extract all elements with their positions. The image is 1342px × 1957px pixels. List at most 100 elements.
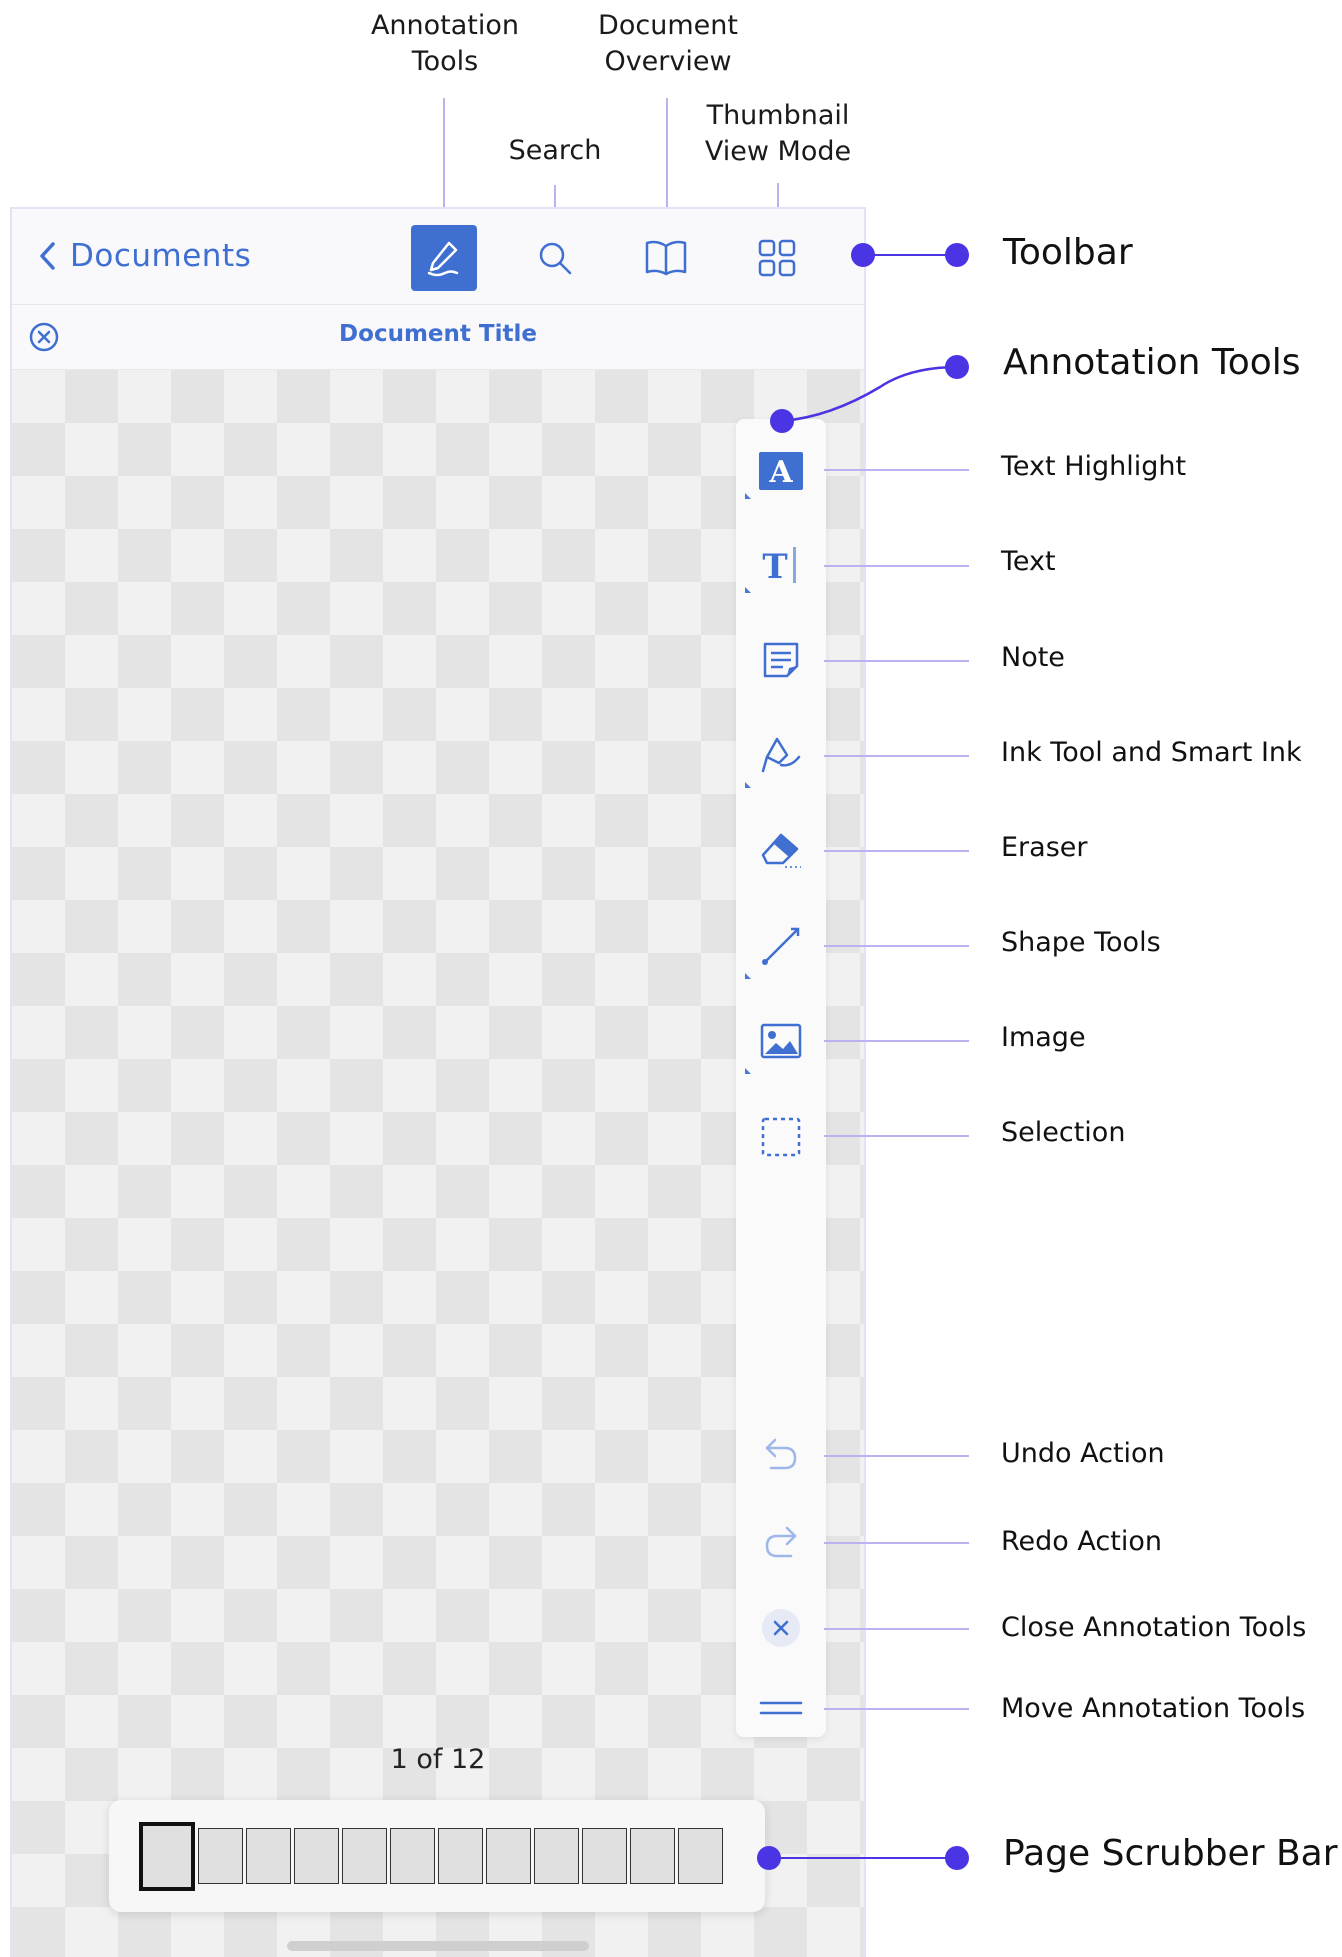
pencil-icon (427, 241, 459, 277)
tool-text[interactable]: T (752, 536, 810, 594)
search-button[interactable] (522, 225, 588, 291)
device-frame: Documents Document Title A T 1 of 12 (10, 207, 866, 1957)
undo-icon (765, 1438, 797, 1470)
back-chevron-icon (40, 242, 55, 270)
page-thumbnail[interactable] (630, 1828, 675, 1884)
back-button-label: Documents (70, 238, 252, 274)
page-thumbnail[interactable] (246, 1828, 291, 1884)
page-indicator: 1 of 12 (390, 1744, 486, 1775)
toolbar: Documents (12, 209, 864, 305)
book-icon (645, 240, 687, 276)
label-text: Text (1001, 546, 1056, 577)
document-title-bar: Document Title (12, 305, 864, 370)
label-close-annotation-tools: Close Annotation Tools (1001, 1612, 1307, 1643)
label-redo: Redo Action (1001, 1526, 1162, 1557)
svg-text:A: A (768, 455, 793, 490)
tool-corner-mark (745, 587, 751, 593)
redo-icon (765, 1526, 797, 1558)
label-ink: Ink Tool and Smart Ink (1001, 737, 1302, 768)
label-move-annotation-tools: Move Annotation Tools (1001, 1693, 1306, 1724)
eraser-icon (761, 833, 801, 868)
label-shape-tools: Shape Tools (1001, 927, 1161, 958)
leader-line (824, 660, 969, 662)
label-eraser: Eraser (1001, 832, 1088, 863)
page-thumbnail[interactable] (294, 1828, 339, 1884)
page-thumbnail[interactable] (139, 1822, 195, 1891)
tool-ink[interactable] (752, 726, 810, 784)
label-undo: Undo Action (1001, 1438, 1165, 1469)
svg-text:T: T (762, 547, 787, 587)
tool-shape[interactable] (752, 917, 810, 975)
leader-line (824, 1628, 969, 1630)
note-icon (763, 642, 799, 678)
image-icon (760, 1023, 802, 1059)
document-title: Document Title (339, 321, 537, 347)
selection-icon (761, 1117, 801, 1157)
callout-curve (781, 365, 959, 423)
callout-toolbar: Toolbar (1003, 232, 1133, 273)
annotation-toolbar: A T (736, 419, 826, 1737)
redo-button[interactable] (752, 1513, 810, 1571)
document-overview-button[interactable] (633, 225, 699, 291)
tool-corner-mark (745, 493, 751, 499)
leader-document-overview (666, 98, 668, 209)
leader-line (824, 850, 969, 852)
drag-handle-icon (759, 1701, 803, 1715)
tool-text-highlight[interactable]: A (752, 442, 810, 500)
tool-corner-mark (745, 1068, 751, 1074)
label-text-highlight: Text Highlight (1001, 451, 1187, 482)
page-thumbnail[interactable] (198, 1828, 243, 1884)
annotation-tools-button[interactable] (411, 225, 477, 291)
page-thumbnail[interactable] (438, 1828, 483, 1884)
move-annotation-tools-handle[interactable] (752, 1679, 810, 1737)
tool-selection[interactable] (752, 1108, 810, 1166)
undo-button[interactable] (752, 1425, 810, 1483)
leader-line (824, 565, 969, 567)
tool-corner-mark (745, 973, 751, 979)
label-thumbnail-view-mode-top: Thumbnail View Mode (704, 100, 852, 167)
leader-line (824, 469, 969, 471)
leader-line (824, 1455, 969, 1457)
home-indicator (287, 1941, 589, 1951)
tool-image[interactable] (752, 1012, 810, 1070)
back-button[interactable]: Documents (38, 231, 251, 281)
close-annotation-tools-button[interactable] (752, 1599, 810, 1657)
leader-search (554, 185, 556, 209)
leader-line (824, 1708, 969, 1710)
thumbnail-view-button[interactable] (744, 225, 810, 291)
shape-icon (762, 927, 800, 965)
search-icon (539, 242, 572, 275)
leader-line (824, 1135, 969, 1137)
page-thumbnail[interactable] (678, 1828, 723, 1884)
label-image: Image (1001, 1022, 1086, 1053)
page-thumbnail[interactable] (390, 1828, 435, 1884)
page-thumbnail[interactable] (486, 1828, 531, 1884)
leader-line (824, 755, 969, 757)
text-highlight-icon: A (759, 452, 803, 490)
leader-annotation-tools (443, 98, 445, 209)
leader-line (824, 1542, 969, 1544)
tool-eraser[interactable] (752, 822, 810, 880)
leader-line (824, 945, 969, 947)
text-icon: T (762, 547, 796, 587)
grid-icon (758, 239, 796, 277)
label-search-top: Search (508, 135, 602, 166)
close-icon (762, 1609, 800, 1647)
page-scrubber-bar[interactable] (109, 1800, 765, 1912)
callout-line (769, 1857, 959, 1859)
callout-page-scrubber-bar: Page Scrubber Bar (1003, 1833, 1338, 1874)
label-note: Note (1001, 642, 1065, 673)
leader-line (824, 1040, 969, 1042)
page-thumbnail[interactable] (534, 1828, 579, 1884)
label-selection: Selection (1001, 1117, 1126, 1148)
callout-dot (945, 1846, 969, 1870)
leader-thumbnail (777, 183, 779, 209)
page-thumbnail[interactable] (582, 1828, 627, 1884)
ink-icon (761, 737, 801, 773)
page-thumbnail[interactable] (342, 1828, 387, 1884)
tool-corner-mark (745, 782, 751, 788)
label-annotation-tools-top: Annotation Tools (370, 10, 520, 77)
tool-note[interactable] (752, 631, 810, 689)
callout-dot (770, 409, 794, 433)
callout-dot (945, 243, 969, 267)
